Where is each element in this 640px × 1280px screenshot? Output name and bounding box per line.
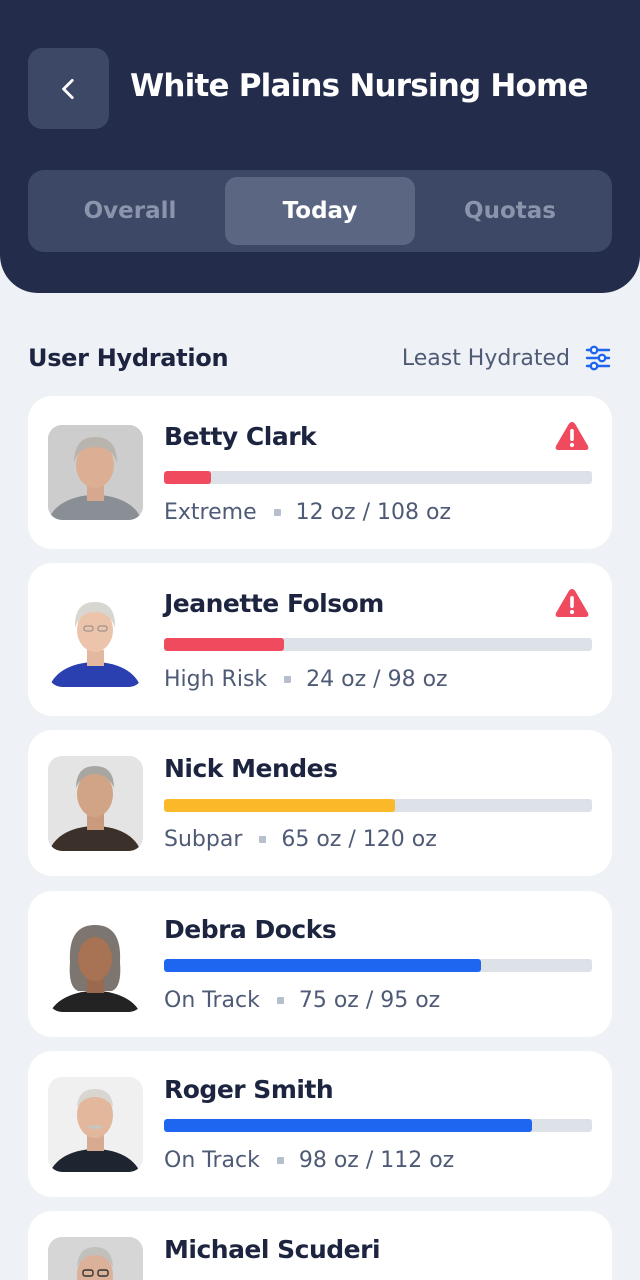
goal-amount: / 112 oz	[365, 1148, 455, 1173]
avatar	[48, 756, 143, 851]
separator-dot	[276, 1157, 284, 1164]
status-label: On Track	[164, 988, 260, 1013]
section-header: User Hydration Least Hydrated	[28, 338, 612, 378]
resident-card[interactable]: Jeanette Folsom High Risk 24 oz / 98 oz	[28, 563, 612, 716]
resident-name: Roger Smith	[164, 1075, 334, 1104]
hydration-progress-track	[164, 471, 592, 484]
resident-card[interactable]: Betty Clark Extreme 12 oz / 108 oz	[28, 396, 612, 549]
hydration-meta: High Risk 24 oz / 98 oz	[164, 667, 448, 692]
resident-card[interactable]: Nick Mendes Subpar 65 oz / 120 oz	[28, 730, 612, 876]
separator-dot	[259, 836, 267, 843]
goal-amount: / 98 oz	[373, 667, 448, 692]
separator-dot	[276, 997, 284, 1004]
tab-bar: Overall Today Quotas	[28, 170, 612, 252]
consumed-amount: 12 oz	[295, 500, 356, 525]
avatar	[48, 592, 143, 687]
goal-amount: / 95 oz	[365, 988, 441, 1013]
alert-icon	[555, 589, 589, 617]
separator-dot	[273, 509, 281, 516]
hydration-meta: Subpar 65 oz / 120 oz	[164, 827, 437, 852]
goal-amount: / 108 oz	[362, 500, 452, 525]
tab-today[interactable]: Today	[225, 177, 415, 245]
header: White Plains Nursing Home Overall Today …	[0, 0, 640, 293]
tab-quotas[interactable]: Quotas	[415, 177, 605, 245]
hydration-progress-fill	[164, 799, 396, 812]
consumed-amount: 24 oz	[306, 667, 367, 692]
hydration-meta: On Track 75 oz / 95 oz	[164, 988, 440, 1013]
hydration-progress-fill	[164, 959, 481, 972]
status-label: Subpar	[164, 827, 243, 852]
consumed-amount: 65 oz	[281, 827, 342, 852]
avatar	[48, 1077, 143, 1172]
hydration-progress-track	[164, 638, 592, 651]
hydration-progress-track	[164, 799, 592, 812]
goal-amount: / 120 oz	[348, 827, 437, 852]
section-title: User Hydration	[28, 344, 229, 372]
consumed-amount: 75 oz	[298, 988, 359, 1013]
hydration-progress-fill	[164, 638, 284, 651]
tab-overall[interactable]: Overall	[35, 177, 225, 245]
hydration-meta: On Track 98 oz / 112 oz	[164, 1148, 454, 1173]
sort-label: Least Hydrated	[401, 345, 570, 371]
status-label: Extreme	[164, 500, 257, 525]
consumed-amount: 98 oz	[298, 1148, 359, 1173]
chevron-left-icon	[61, 78, 74, 99]
hydration-progress-track	[164, 1119, 592, 1132]
resident-name: Betty Clark	[164, 422, 317, 451]
filter-sliders-icon[interactable]	[584, 344, 612, 372]
resident-name: Michael Scuderi	[164, 1235, 381, 1264]
resident-card[interactable]: Debra Docks On Track 75 oz / 95 oz	[28, 891, 612, 1037]
resident-name: Debra Docks	[164, 915, 337, 944]
resident-card[interactable]: Roger Smith On Track 98 oz / 112 oz	[28, 1051, 612, 1197]
avatar	[48, 425, 143, 520]
hydration-progress-fill	[164, 471, 212, 484]
separator-dot	[284, 676, 292, 683]
status-label: High Risk	[164, 667, 268, 692]
hydration-progress-track	[164, 959, 592, 972]
avatar	[48, 1237, 143, 1280]
hydration-meta: Extreme 12 oz / 108 oz	[164, 500, 451, 525]
resident-name: Jeanette Folsom	[164, 589, 384, 618]
page-title: White Plains Nursing Home	[130, 68, 589, 104]
resident-card[interactable]: Michael Scuderi	[28, 1211, 612, 1280]
alert-icon	[555, 422, 589, 450]
avatar	[48, 917, 143, 1012]
resident-name: Nick Mendes	[164, 754, 338, 783]
back-button[interactable]	[28, 48, 109, 129]
status-label: On Track	[164, 1148, 260, 1173]
hydration-progress-fill	[164, 1119, 533, 1132]
sort-control[interactable]: Least Hydrated	[402, 344, 612, 372]
